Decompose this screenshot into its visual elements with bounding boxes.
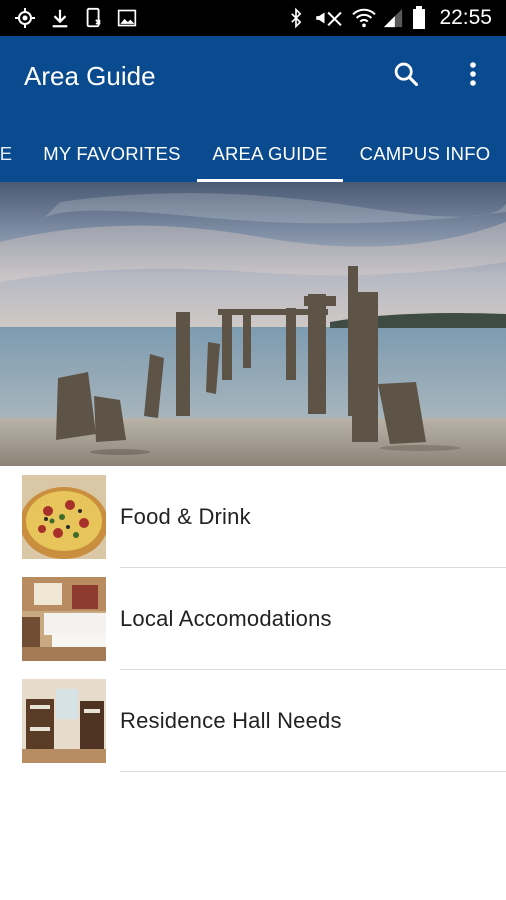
status-time: 22:55 bbox=[439, 6, 492, 29]
tab-partial[interactable]: E bbox=[0, 126, 16, 182]
gps-icon bbox=[12, 6, 38, 30]
overflow-menu-icon bbox=[470, 62, 476, 86]
signal-icon bbox=[380, 6, 406, 30]
list-item-label: Food & Drink bbox=[120, 504, 251, 529]
hero-image bbox=[0, 182, 506, 466]
bluetooth-icon bbox=[285, 6, 307, 30]
dorm-room-image bbox=[22, 679, 106, 763]
overflow-menu-button[interactable] bbox=[455, 56, 491, 92]
battery-icon bbox=[410, 6, 428, 30]
app-bar: Area Guide E MY FAVORITES AREA GUIDE CAM… bbox=[0, 36, 506, 182]
wifi-icon bbox=[350, 6, 378, 30]
tab-bar: E MY FAVORITES AREA GUIDE CAMPUS INFO bbox=[0, 126, 506, 182]
search-icon bbox=[394, 62, 419, 87]
list-item-residence-hall-needs[interactable]: Residence Hall Needs bbox=[0, 670, 506, 772]
mute-icon bbox=[313, 6, 347, 30]
pier-landscape-image bbox=[0, 182, 506, 466]
list-item-label: Residence Hall Needs bbox=[120, 708, 342, 733]
page-title: Area Guide bbox=[24, 61, 156, 91]
list-divider bbox=[120, 771, 506, 772]
image-icon bbox=[116, 6, 138, 30]
tab-area-guide[interactable]: AREA GUIDE bbox=[197, 126, 343, 182]
list-item-food-drink[interactable]: Food & Drink bbox=[0, 466, 506, 568]
pizza-image bbox=[22, 475, 106, 559]
phone-icon bbox=[82, 6, 106, 30]
hotel-room-image bbox=[22, 577, 106, 661]
list-item-label: Local Accomodations bbox=[120, 606, 332, 631]
list-item-local-accomodations[interactable]: Local Accomodations bbox=[0, 568, 506, 670]
tab-campus-info[interactable]: CAMPUS INFO bbox=[350, 126, 500, 182]
tab-my-favorites[interactable]: MY FAVORITES bbox=[30, 126, 194, 182]
status-bar: 22:55 bbox=[0, 0, 506, 36]
download-icon bbox=[48, 6, 72, 30]
search-button[interactable] bbox=[388, 56, 424, 92]
